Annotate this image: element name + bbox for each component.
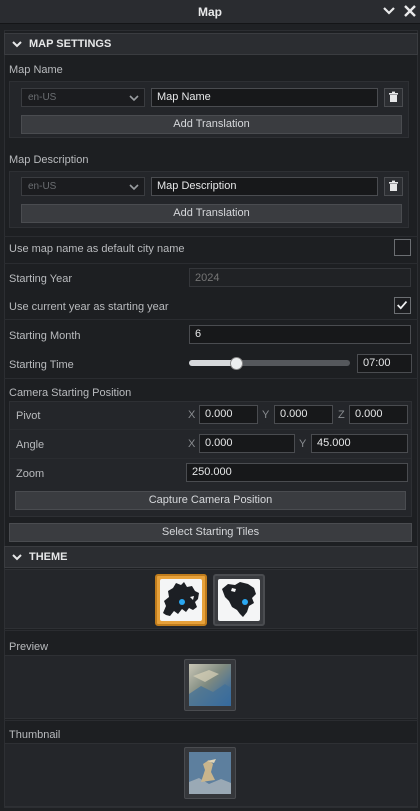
add-translation-button[interactable]: Add Translation — [21, 115, 402, 134]
map-name-input[interactable]: Map Name — [151, 88, 378, 107]
camera-position-label: Camera Starting Position — [9, 387, 132, 399]
locale-value: en-US — [28, 181, 57, 192]
divider — [4, 378, 418, 379]
angle-label: Angle — [16, 439, 45, 451]
pivot-x-input[interactable]: 0.000 — [199, 405, 258, 424]
chevron-down-icon — [12, 554, 22, 561]
trash-icon — [389, 180, 398, 191]
divider — [4, 720, 418, 721]
starting-month-input[interactable]: 6 — [189, 325, 411, 344]
select-starting-tiles-button[interactable]: Select Starting Tiles — [9, 523, 412, 542]
axis-x-label: X — [188, 409, 196, 421]
chevron-down-icon — [129, 95, 139, 102]
starting-time-slider[interactable] — [189, 360, 350, 366]
zoom-input[interactable]: 250.000 — [186, 463, 408, 482]
north-america-map-icon — [222, 582, 256, 617]
axis-x-label: X — [188, 438, 196, 450]
starting-time-input[interactable]: 07:00 — [357, 354, 412, 373]
trash-icon — [389, 91, 398, 102]
axis-y-label: Y — [299, 438, 307, 450]
thumbnail-image — [189, 752, 231, 794]
map-description-label: Map Description — [9, 154, 89, 166]
pivot-label: Pivot — [16, 410, 41, 422]
pivot-y-input[interactable]: 0.000 — [274, 405, 333, 424]
angle-y-input[interactable]: 45.000 — [311, 434, 408, 453]
theme-option-north-america[interactable] — [213, 574, 265, 626]
theme-options-group — [4, 569, 418, 629]
use-current-year-checkbox[interactable] — [394, 297, 411, 314]
map-name-locale-select[interactable]: en-US — [21, 88, 145, 107]
starting-month-label: Starting Month — [9, 330, 81, 342]
section-title: MAP SETTINGS — [29, 38, 112, 50]
divider — [4, 236, 418, 237]
theme-option-europe[interactable] — [155, 574, 207, 626]
slider-fill — [189, 360, 236, 366]
thumbnail-image-button[interactable] — [184, 747, 236, 799]
window-titlebar: Map — [0, 0, 420, 24]
divider — [10, 429, 411, 430]
angle-x-input[interactable]: 0.000 — [199, 434, 295, 453]
capture-camera-button[interactable]: Capture Camera Position — [15, 491, 406, 510]
map-description-locale-select[interactable]: en-US — [21, 177, 145, 196]
preview-image-button[interactable] — [184, 659, 236, 711]
preview-label: Preview — [9, 641, 49, 653]
map-description-input[interactable]: Map Description — [151, 177, 378, 196]
divider — [4, 319, 418, 320]
starting-time-label: Starting Time — [9, 359, 74, 371]
window-title: Map — [198, 5, 222, 19]
use-current-year-label: Use current year as starting year — [9, 301, 169, 313]
europe-map-icon — [163, 582, 199, 616]
checkmark-icon — [397, 300, 408, 310]
close-icon[interactable] — [403, 4, 417, 18]
chevron-down-icon[interactable] — [382, 4, 396, 18]
starting-year-label: Starting Year — [9, 273, 72, 285]
add-translation-button[interactable]: Add Translation — [21, 204, 402, 223]
chevron-down-icon — [12, 41, 22, 48]
delete-translation-button[interactable] — [384, 177, 403, 196]
locale-value: en-US — [28, 92, 57, 103]
divider — [4, 630, 418, 631]
slider-handle[interactable] — [229, 357, 243, 370]
preview-image — [189, 664, 231, 706]
chevron-down-icon — [129, 184, 139, 191]
map-settings-header[interactable]: MAP SETTINGS — [4, 33, 418, 55]
section-title: THEME — [29, 551, 68, 563]
use-map-name-label: Use map name as default city name — [9, 243, 185, 255]
use-map-name-checkbox[interactable] — [394, 239, 411, 256]
pivot-z-input[interactable]: 0.000 — [349, 405, 408, 424]
divider — [4, 263, 418, 264]
delete-translation-button[interactable] — [384, 88, 403, 107]
theme-header[interactable]: THEME — [4, 546, 418, 568]
zoom-label: Zoom — [16, 468, 45, 480]
map-name-label: Map Name — [9, 64, 63, 76]
axis-z-label: Z — [338, 409, 345, 421]
starting-year-input[interactable] — [189, 268, 411, 287]
thumbnail-label: Thumbnail — [9, 729, 61, 741]
axis-y-label: Y — [262, 409, 270, 421]
divider — [10, 458, 411, 459]
